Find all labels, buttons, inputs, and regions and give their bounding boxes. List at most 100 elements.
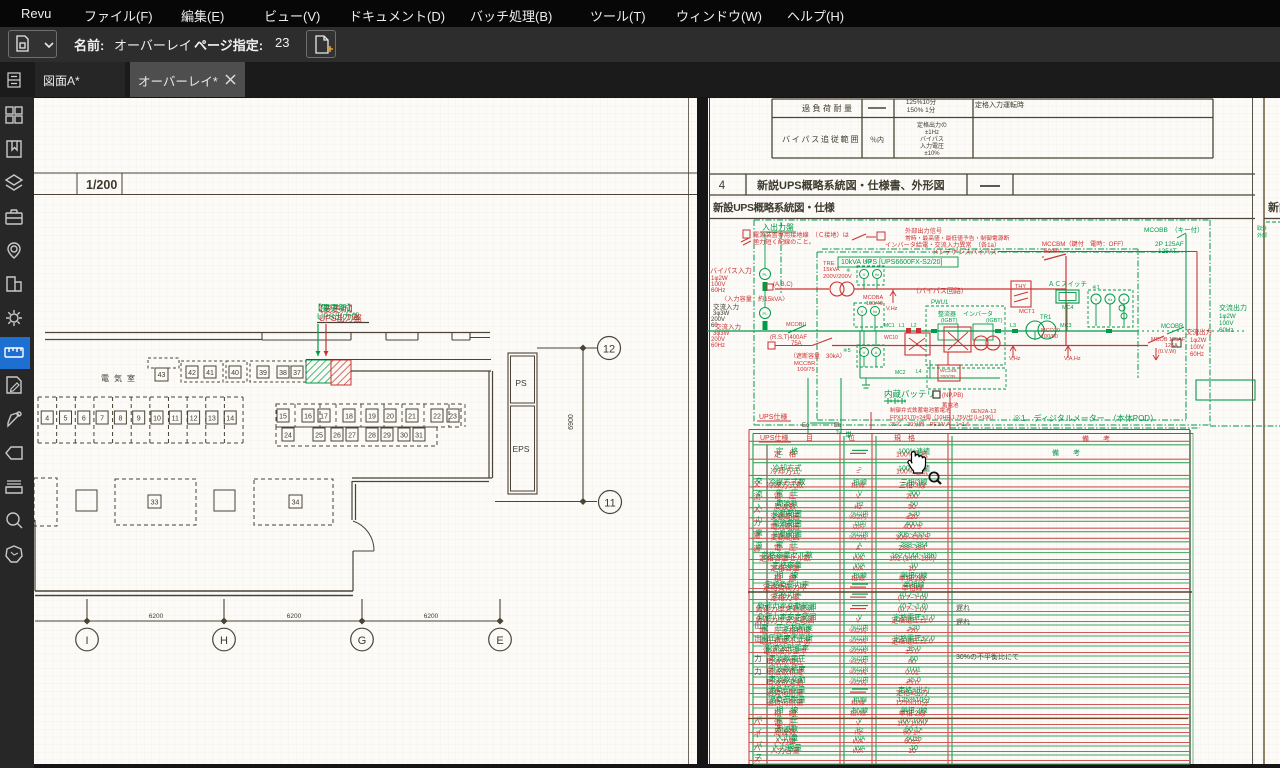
svg-text:%以内: %以内 — [851, 624, 868, 632]
svg-text:V,Hz: V,Hz — [1009, 356, 1021, 362]
svg-text:バイパス: バイパス — [920, 136, 944, 143]
svg-text:31: 31 — [415, 433, 423, 440]
svg-text:入出力盤: 入出力盤 — [762, 222, 794, 232]
svg-text:源: 源 — [756, 541, 763, 550]
svg-text:18: 18 — [345, 414, 353, 421]
svg-text:バイパス入力: バイパス入力 — [710, 266, 752, 275]
svg-text:メンテナンスバイパス: メンテナンスバイパス — [932, 248, 997, 256]
svg-text:A: A — [1123, 298, 1126, 302]
svg-text:交流出力: 交流出力 — [1186, 327, 1212, 336]
svg-text:定格出力の: 定格出力の — [917, 121, 947, 129]
svg-text:200: 200 — [908, 490, 920, 497]
svg-text:UPS仕様: UPS仕様 — [760, 433, 788, 442]
svg-text:単相/2線: 単相/2線 — [901, 571, 928, 580]
svg-text:%以内: %以内 — [851, 530, 868, 538]
svg-text:遅れ: 遅れ — [956, 618, 970, 626]
svg-text:MCCBM（鍵付 電時：OFF）: MCCBM（鍵付 電時：OFF） — [1042, 240, 1127, 248]
svg-text:5: 5 — [64, 416, 68, 423]
svg-text:電圧精度不平衡: 電圧精度不平衡 — [761, 634, 813, 643]
svg-text:50: 50 — [910, 501, 918, 508]
svg-text:H: H — [220, 635, 228, 647]
svg-text:冷媒方式数: 冷媒方式数 — [769, 477, 807, 486]
svg-text:Hz: Hz — [856, 502, 863, 508]
svg-text:交流入力: 交流入力 — [715, 322, 741, 331]
svg-text:交流出力: 交流出力 — [1219, 303, 1247, 312]
svg-text:34: 34 — [292, 500, 300, 507]
svg-text:バイパス追従範囲: バイパス追従範囲 — [782, 134, 860, 144]
svg-text:8: 8 — [118, 416, 122, 423]
svg-text:V: V — [858, 491, 862, 497]
svg-text:L2: L2 — [911, 323, 917, 329]
svg-text:A: A — [858, 543, 862, 549]
svg-text:100V: 100V — [1190, 345, 1204, 351]
svg-text:50 1×: 50 1× — [905, 727, 923, 734]
svg-text:ＡＣスイッチ: ＡＣスイッチ — [1048, 280, 1087, 288]
svg-text:38: 38 — [279, 370, 287, 377]
svg-text:三相/3線: 三相/3線 — [901, 477, 928, 486]
svg-text:200V/200V: 200V/200V — [823, 274, 852, 280]
svg-text:125%10分: 125%10分 — [906, 97, 937, 106]
svg-text:11: 11 — [172, 416, 179, 423]
svg-text:±5.0: ±5.0 — [907, 646, 921, 653]
svg-text:43: 43 — [158, 372, 166, 379]
svg-text:備 考: 備 考 — [1052, 448, 1080, 457]
svg-text:0.01: 0.01 — [907, 667, 921, 674]
svg-text:PL: PL — [763, 311, 769, 316]
svg-text:※: ※ — [846, 267, 851, 274]
svg-text:規 格: 規 格 — [894, 433, 915, 442]
svg-text:(0.7~1.0): (0.7~1.0) — [900, 604, 928, 611]
svg-text:常時・最高値・最低値予告・制御電源断: 常時・最高値・最低値予告・制御電源断 — [905, 234, 1010, 242]
svg-text:17: 17 — [320, 414, 328, 421]
svg-text:±10%: ±10% — [924, 151, 940, 157]
svg-text:42: 42 — [188, 370, 196, 377]
svg-text:24: 24 — [284, 433, 292, 440]
svg-text:(IGBT): (IGBT) — [986, 318, 1003, 324]
svg-text:60Hz: 60Hz — [1219, 327, 1233, 334]
svg-text:±1Hz: ±1Hz — [925, 130, 939, 136]
svg-text:新説UPS概略系統図・仕様書、外形図: 新説UPS概略系統図・仕様書、外形図 — [757, 178, 945, 192]
svg-text:60: 60 — [910, 656, 918, 663]
svg-text:Hz: Hz — [856, 728, 863, 734]
svg-text:20: 20 — [386, 414, 394, 421]
svg-text:MC3: MC3 — [1060, 323, 1072, 329]
svg-text:遅れ: 遅れ — [956, 604, 970, 612]
svg-text:(0.7~1.0): (0.7~1.0) — [900, 592, 928, 599]
svg-text:V: V — [863, 350, 866, 355]
svg-text:相 線: 相 線 — [776, 571, 799, 580]
svg-text:相V線: 相V線 — [852, 707, 868, 715]
svg-text:取外: 取外 — [1257, 225, 1267, 232]
svg-text:入力容量: 入力容量 — [772, 743, 802, 752]
svg-text:L4: L4 — [916, 369, 922, 375]
svg-text:V: V — [863, 272, 866, 277]
svg-text:定格電圧±1.0: 定格電圧±1.0 — [893, 613, 935, 622]
svg-text:15kVA: 15kVA — [823, 267, 840, 273]
svg-text:電流波形歪率: 電流波形歪率 — [765, 644, 810, 653]
svg-text:V: V — [858, 616, 862, 622]
svg-text:Hz: Hz — [873, 310, 878, 314]
svg-text:30: 30 — [400, 433, 408, 440]
svg-text:定格容量セル数: 定格容量セル数 — [761, 550, 813, 559]
svg-text:定格力率: 定格力率 — [772, 590, 802, 599]
svg-text:25℃ 30分間 PE3/V,A→1=1.6: 25℃ 30分間 PE3/V,A→1=1.6 — [890, 420, 969, 428]
svg-text:%以内: %以内 — [851, 666, 868, 674]
svg-text:整流器: 整流器 — [938, 310, 956, 318]
svg-text:MCOBU: MCOBU — [786, 322, 807, 328]
svg-text:kVA: kVA — [855, 553, 866, 559]
svg-text:6200: 6200 — [424, 613, 439, 620]
svg-text:相/線: 相/線 — [853, 478, 867, 486]
svg-text:定格±出力: 定格±出力 — [898, 685, 930, 694]
svg-text:39: 39 — [259, 370, 267, 377]
svg-text:V: V — [1095, 298, 1098, 302]
svg-text:ス: ス — [756, 753, 763, 761]
svg-text:11: 11 — [604, 498, 615, 510]
svg-text:6200: 6200 — [149, 613, 164, 620]
svg-text:162 (144~186): 162 (144~186) — [891, 552, 937, 559]
svg-text:入力電圧: 入力電圧 — [920, 142, 944, 150]
svg-text:13: 13 — [208, 416, 216, 423]
svg-text:THY: THY — [1015, 284, 1026, 290]
svg-text:外部出力信号: 外部出力信号 — [905, 227, 942, 235]
svg-text:19: 19 — [368, 414, 376, 421]
svg-text:Hz: Hz — [1108, 298, 1113, 302]
svg-text:定格電圧±2.0: 定格電圧±2.0 — [893, 634, 935, 643]
svg-text:150% 1分: 150% 1分 — [907, 105, 936, 114]
